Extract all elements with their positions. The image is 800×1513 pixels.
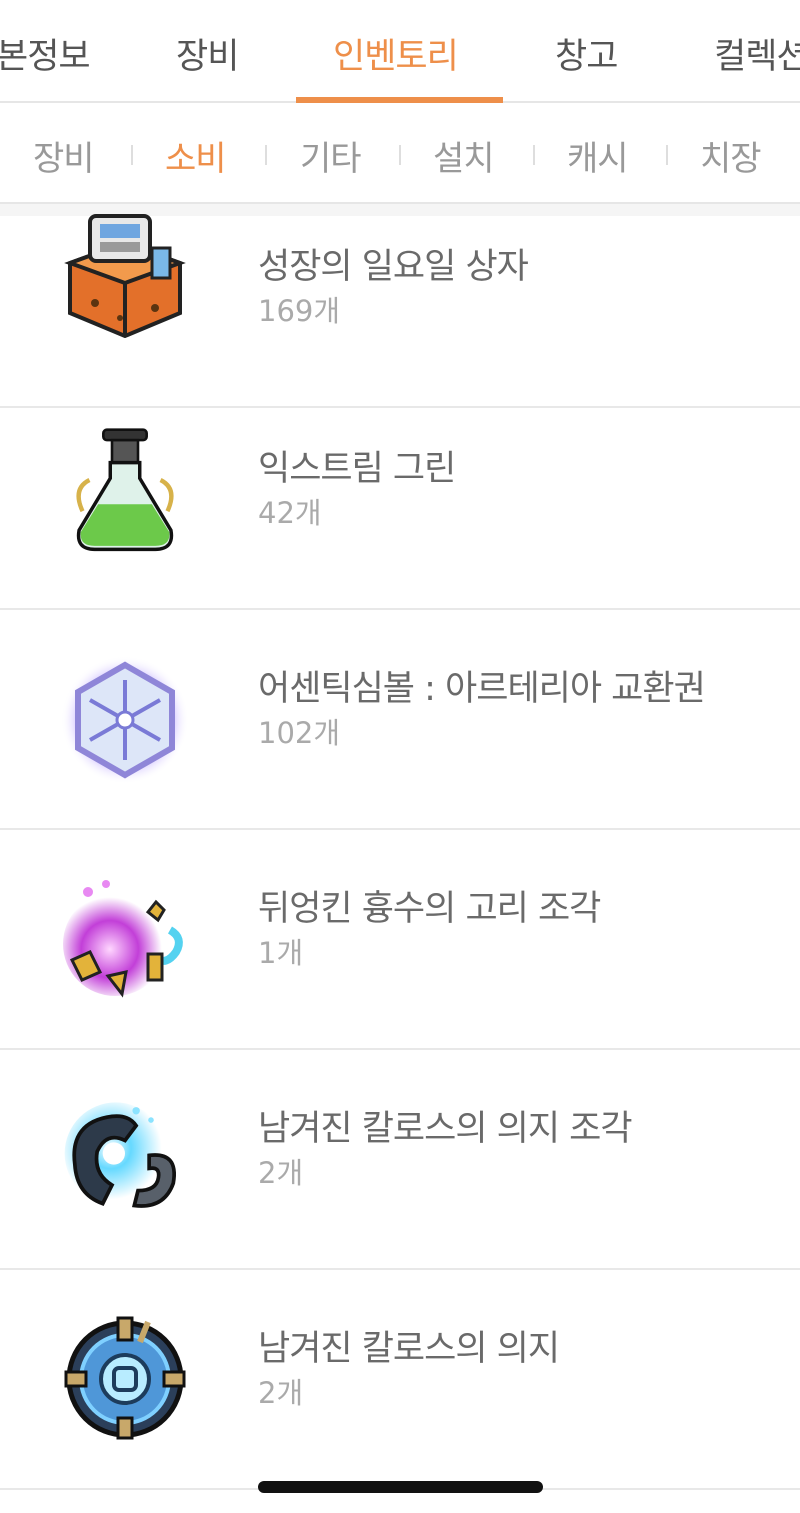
- list-item[interactable]: 뒤엉킨 흉수의 고리 조각 1개: [0, 830, 800, 1050]
- item-count: 42개: [258, 496, 322, 530]
- home-indicator: [258, 1481, 543, 1493]
- subtab-equipment[interactable]: 장비: [33, 131, 95, 180]
- list-item[interactable]: 익스트림 그린 42개: [0, 390, 800, 610]
- item-count: 169개: [258, 294, 341, 328]
- symbol-voucher-icon: [61, 656, 189, 784]
- subtab-divider: [399, 145, 401, 165]
- subtab-divider: [666, 145, 668, 165]
- list-item[interactable]: 성장의 일요일 상자 169개: [0, 188, 800, 408]
- subtab-install[interactable]: 설치: [433, 131, 495, 180]
- tab-collection[interactable]: 컬렉션: [714, 28, 800, 79]
- item-name: 어센틱심볼 : 아르테리아 교환권: [258, 669, 706, 709]
- subtab-divider: [265, 145, 267, 165]
- green-potion-icon: [76, 428, 174, 552]
- item-name: 성장의 일요일 상자: [258, 247, 529, 287]
- item-name: 남겨진 칼로스의 의지 조각: [258, 1109, 633, 1149]
- subtab-decoration[interactable]: 치장: [700, 131, 762, 180]
- item-name: 뒤엉킨 흉수의 고리 조각: [258, 889, 601, 929]
- item-count: 2개: [258, 1376, 304, 1410]
- subtab-consume[interactable]: 소비: [165, 131, 227, 180]
- list-item[interactable]: 어센틱심볼 : 아르테리아 교환권 102개: [0, 610, 800, 830]
- list-item[interactable]: 남겨진 칼로스의 의지 조각 2개: [0, 1050, 800, 1270]
- item-name: 남겨진 칼로스의 의지: [258, 1329, 560, 1369]
- gift-box-icon: [64, 214, 186, 338]
- subtab-cash[interactable]: 캐시: [567, 131, 629, 180]
- kalos-will-fragment-icon: [64, 1102, 176, 1208]
- subtab-divider: [533, 145, 535, 165]
- top-tab-bar: 본정보 장비 인벤토리 창고 컬렉션: [0, 0, 800, 103]
- ring-fragment-icon: [63, 880, 183, 998]
- tab-storage[interactable]: 창고: [555, 28, 618, 79]
- kalos-will-icon: [64, 1316, 186, 1440]
- subtab-divider: [131, 145, 133, 165]
- list-item[interactable]: 남겨진 칼로스의 의지 2개: [0, 1270, 800, 1490]
- item-count: 102개: [258, 716, 341, 750]
- tab-character-info[interactable]: 본정보: [0, 28, 91, 79]
- item-count: 2개: [258, 1156, 304, 1190]
- item-count: 1개: [258, 936, 304, 970]
- item-name: 익스트림 그린: [258, 449, 456, 489]
- tab-inventory[interactable]: 인벤토리: [333, 28, 459, 79]
- tab-equipment[interactable]: 장비: [176, 28, 239, 79]
- subtab-etc[interactable]: 기타: [300, 131, 362, 180]
